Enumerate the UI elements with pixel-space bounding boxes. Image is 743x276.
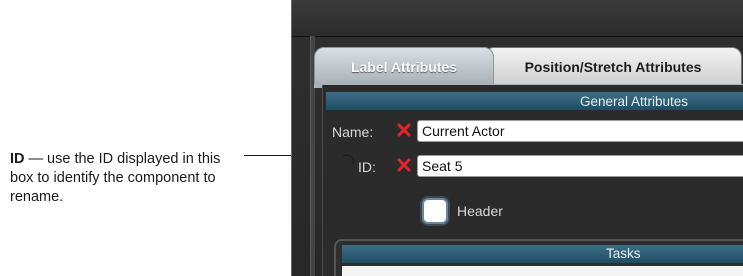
id-field[interactable]: Seat 5	[417, 155, 743, 177]
window-titlebar	[292, 0, 743, 37]
id-label: ID:	[358, 159, 376, 175]
tab-position-stretch-attributes[interactable]: Position/Stretch Attributes	[484, 47, 742, 86]
callout-term: ID	[10, 151, 25, 167]
tasks-header: Tasks	[342, 245, 743, 263]
tasks-list	[342, 266, 743, 276]
id-callout: ID — use the ID displayed in this box to…	[10, 150, 240, 207]
attributes-window: Position/Stretch Attributes Label Attrib…	[291, 0, 743, 276]
callout-leader-hook	[343, 155, 354, 165]
tab-label: Label Attributes	[350, 58, 458, 75]
general-attributes-header: General Attributes	[326, 92, 743, 110]
required-x-icon	[397, 158, 411, 172]
header-checkbox-label: Header	[457, 203, 503, 219]
required-x-icon	[397, 123, 411, 137]
tab-label-attributes[interactable]: Label Attributes	[314, 47, 494, 86]
tab-label: Position/Stretch Attributes	[524, 58, 702, 75]
section-title: General Attributes	[580, 93, 689, 109]
header-checkbox[interactable]	[422, 198, 448, 224]
name-label: Name:	[332, 124, 374, 140]
tasks-title: Tasks	[606, 246, 641, 261]
callout-text: — use the ID displayed in this box to id…	[10, 151, 221, 205]
name-field[interactable]: Current Actor	[417, 120, 743, 142]
